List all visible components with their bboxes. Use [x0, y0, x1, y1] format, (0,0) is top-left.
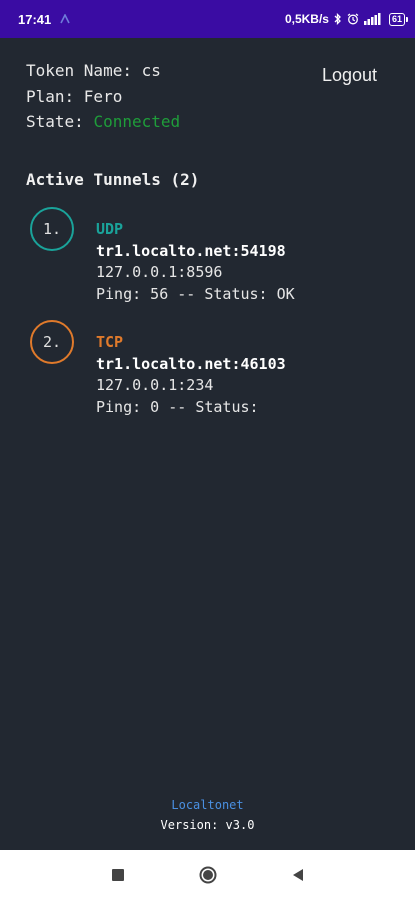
state-value: Connected [93, 112, 181, 131]
app-icon [59, 14, 71, 24]
navigation-bar [0, 850, 415, 900]
logout-button[interactable]: Logout [322, 65, 377, 86]
tunnel-number-badge: 1. [30, 207, 74, 251]
status-icons: 0,5KB/s 61 [284, 12, 409, 26]
status-bar: 17:41 0,5KB/s 61 [0, 0, 415, 38]
back-icon[interactable] [287, 864, 309, 886]
state-row: State: Connected [26, 109, 180, 135]
home-icon[interactable] [197, 864, 219, 886]
tunnel-number-badge: 2. [30, 320, 74, 364]
tunnel-details: UDP tr1.localto.net:54198 127.0.0.1:8596… [96, 219, 295, 305]
tunnel-host: tr1.localto.net:46103 [96, 354, 286, 373]
tunnel-status: Ping: 56 -- Status: OK [96, 284, 295, 303]
tunnel-host: tr1.localto.net:54198 [96, 241, 286, 260]
tunnel-protocol: UDP [96, 220, 124, 238]
active-tunnels-title: Active Tunnels (2) [26, 170, 200, 189]
state-label: State: [26, 112, 94, 131]
account-info: Token Name: cs Plan: Fero State: Connect… [26, 58, 180, 135]
tunnel-details: TCP tr1.localto.net:46103 127.0.0.1:234 … [96, 332, 286, 418]
tunnel-protocol: TCP [96, 333, 124, 351]
battery-icon: 61 [388, 12, 409, 26]
tunnel-status: Ping: 0 -- Status: [96, 397, 259, 416]
tunnel-local-address: 127.0.0.1:8596 [96, 263, 223, 281]
app-version: Version: v3.0 [160, 818, 255, 832]
bluetooth-icon [334, 13, 342, 25]
tunnel-local-address: 127.0.0.1:234 [96, 376, 214, 394]
recents-icon[interactable] [107, 864, 129, 886]
signal-icon [363, 13, 384, 25]
alarm-icon [347, 13, 359, 25]
app-name-link[interactable]: Localtonet [0, 798, 415, 812]
network-speed: 0,5KB/s [284, 12, 329, 26]
plan: Plan: Fero [26, 86, 123, 106]
status-time: 17:41 [18, 11, 52, 27]
token-name: Token Name: cs [26, 61, 161, 80]
